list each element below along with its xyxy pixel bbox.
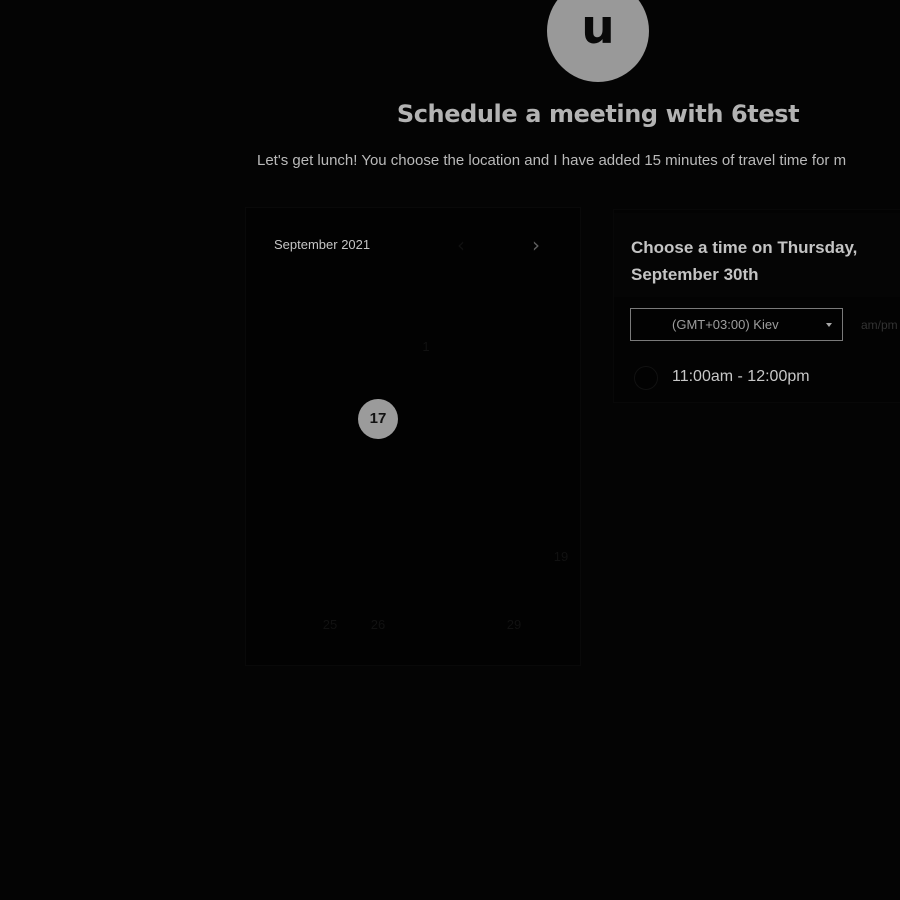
calendar-day[interactable]: 19 [541, 537, 581, 577]
timezone-select[interactable]: (GMT+03:00) Kiev [630, 308, 843, 341]
selected-calendar-day[interactable]: 17 [358, 399, 398, 439]
page-title: Schedule a meeting with 6test [396, 100, 800, 128]
time-format-toggle[interactable]: am/pm [861, 318, 900, 332]
chevron-down-icon [826, 323, 832, 327]
calendar-day[interactable]: 1 [406, 327, 446, 367]
calendar-day[interactable]: 29 [494, 605, 534, 645]
selected-date-heading-line-2: September 30th [631, 265, 759, 284]
meeting-description: Let's get lunch! You choose the location… [257, 152, 847, 169]
calendar-day[interactable]: 26 [358, 605, 398, 645]
time-slot-label: 11:00am - 12:00pm [672, 368, 810, 385]
calendar-day[interactable]: 25 [310, 605, 350, 645]
radio-icon[interactable] [634, 366, 658, 390]
scheduling-page: u Schedule a meeting with 6test Let's ge… [0, 0, 900, 900]
month-label: September 2021 [274, 237, 371, 252]
date-picker-card: September 2021 ‹ › 1 17 19 25 26 29 [246, 208, 580, 665]
selected-date-heading: Choose a time on Thursday, September 30t… [631, 234, 891, 288]
timezone-value: (GMT+03:00) Kiev [672, 317, 779, 332]
time-selection-header: Choose a time on Thursday, September 30t… [614, 213, 900, 297]
selected-date-heading-line-1: Choose a time on Thursday, [631, 238, 858, 257]
time-slot-option[interactable]: 11:00am - 12:00pm [634, 364, 889, 390]
next-month-icon[interactable]: › [523, 232, 549, 258]
previous-month-icon[interactable]: ‹ [448, 232, 474, 258]
host-avatar: u [547, 0, 649, 82]
time-selection-card: Choose a time on Thursday, September 30t… [614, 210, 900, 402]
